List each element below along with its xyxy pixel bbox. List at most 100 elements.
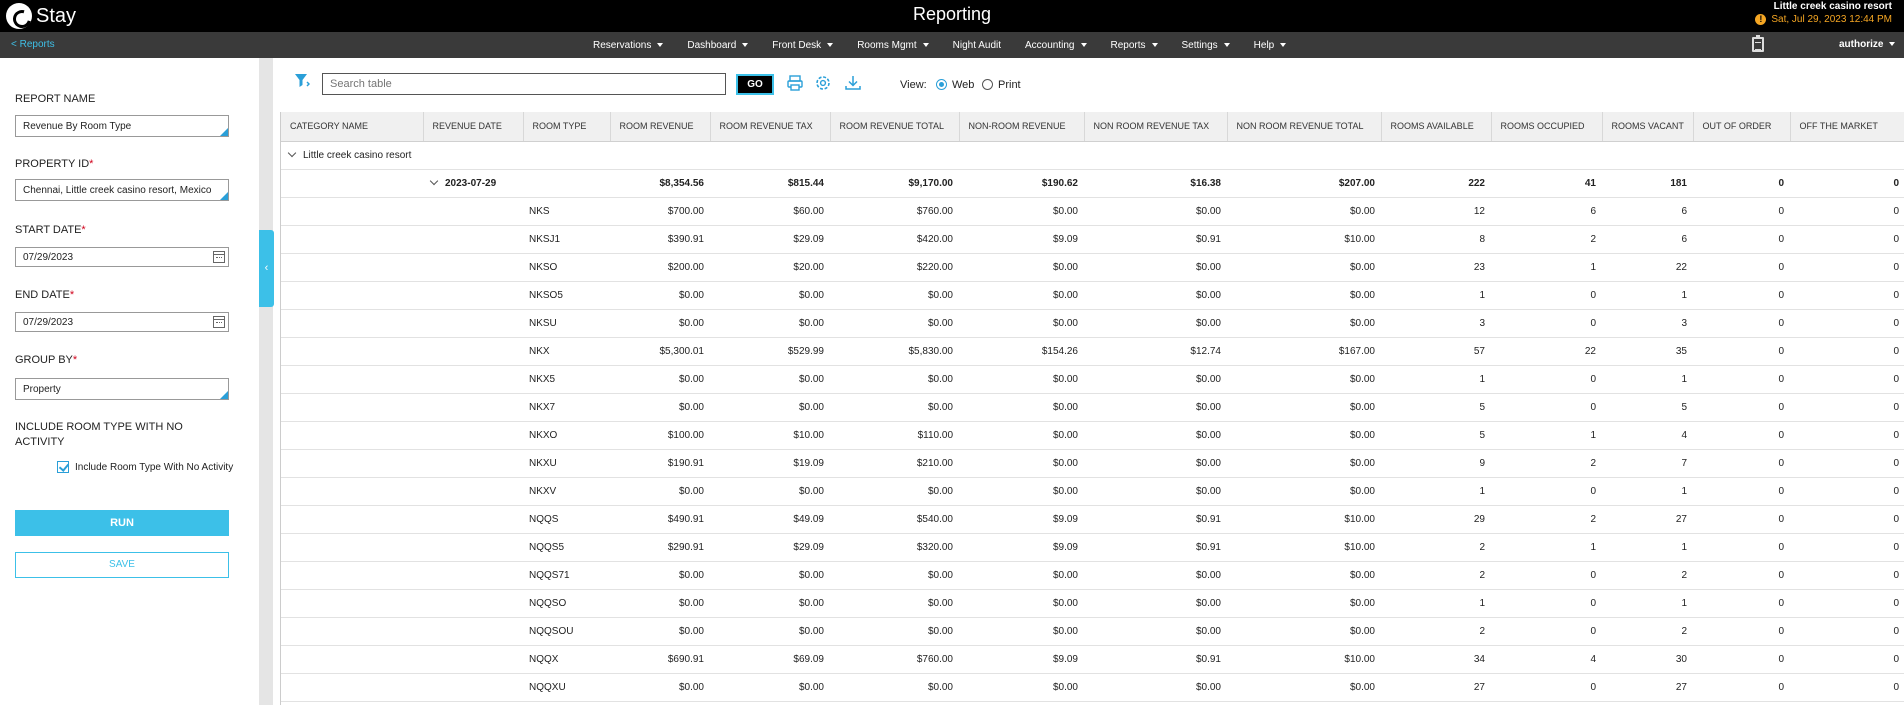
value-cell: 0 [1790, 197, 1904, 226]
view-print-label[interactable]: Print [998, 79, 1021, 91]
table-row[interactable]: NKS $700.00 $60.00 $760.00 $0.00 $0.00 $0.00 12… [281, 197, 1904, 226]
nav-item-front-desk[interactable]: Front Desk [772, 40, 834, 51]
group-row[interactable]: Little creek casino resort [281, 141, 1904, 170]
gear-icon[interactable] [814, 74, 832, 92]
table-row[interactable]: NQQS $490.91 $49.09 $540.00 $9.09 $0.91 $10.00… [281, 505, 1904, 534]
report-table-container[interactable]: Category Name Revenue Date Room Type Roo… [280, 112, 1904, 705]
collapse-panel-button[interactable]: ‹ [259, 230, 274, 307]
required-mark: * [89, 158, 94, 170]
column-header-non-room-revenue[interactable]: Non-Room Revenue [959, 112, 1085, 142]
nav-item-accounting[interactable]: Accounting [1025, 40, 1087, 51]
column-header-rooms-occupied[interactable]: Rooms Occupied [1491, 112, 1603, 142]
column-header-rooms-available[interactable]: Rooms Available [1381, 112, 1492, 142]
value-cell: 0 [1693, 309, 1790, 338]
table-row[interactable]: NQQXU $0.00 $0.00 $0.00 $0.00 $0.00 $0.00 27 0 27… [281, 673, 1904, 702]
value-cell: $0.00 [1084, 589, 1227, 618]
value-cell: 0 [1491, 617, 1602, 646]
column-header-out-of-order[interactable]: Out Of Order [1693, 112, 1791, 142]
value-cell: 4 [1602, 421, 1693, 450]
nav-item-reports[interactable]: Reports [1111, 40, 1158, 51]
group-by-select[interactable]: Property [15, 378, 229, 400]
column-header-room-revenue-tax[interactable]: Room Revenue Tax [710, 112, 831, 142]
user-menu[interactable]: authorize [1839, 39, 1896, 50]
report-name-select[interactable]: Revenue By Room Type [15, 115, 229, 137]
column-header-non-room-revenue-total[interactable]: Non Room Revenue Total [1227, 112, 1382, 142]
property-id-select[interactable]: Chennai, Little creek casino resort, Mex… [15, 179, 229, 201]
value-cell: 57 [1381, 337, 1491, 366]
end-date-field[interactable]: 07/29/2023 [15, 312, 229, 332]
column-header-revenue-date[interactable]: Revenue Date [423, 112, 524, 142]
room-type-cell: NQQX [523, 645, 610, 674]
value-cell: 3 [1381, 309, 1491, 338]
value-cell: $0.00 [610, 281, 710, 310]
start-date-field[interactable]: 07/29/2023 [15, 247, 229, 267]
view-web-label[interactable]: Web [952, 79, 974, 91]
clipboard-icon[interactable] [1752, 35, 1764, 52]
calendar-icon[interactable] [213, 251, 225, 263]
subtotal-row[interactable]: 2023-07-29 $8,354.56 $815.44 $9,170.00 $… [281, 169, 1904, 198]
value-cell: 27 [1602, 673, 1693, 702]
main-nav: < Reports Reservations Dashboard Front D… [0, 32, 1904, 58]
revenue-date-cell [423, 309, 523, 338]
value-cell: $0.91 [1084, 533, 1227, 562]
nav-item-reservations[interactable]: Reservations [593, 40, 664, 51]
nav-item-rooms-mgmt[interactable]: Rooms Mgmt [857, 40, 929, 51]
table-row[interactable]: NKXO $100.00 $10.00 $110.00 $0.00 $0.00 $0.00 5… [281, 421, 1904, 450]
value-cell: $0.00 [710, 561, 830, 590]
download-icon[interactable] [844, 74, 862, 92]
report-name-value: Revenue By Room Type [23, 121, 132, 132]
category-cell [281, 449, 423, 478]
room-type-cell: NKSO5 [523, 281, 610, 310]
value-cell: $0.00 [1084, 365, 1227, 394]
table-row[interactable]: NQQSOU $0.00 $0.00 $0.00 $0.00 $0.00 $0.00 2 0 2 0… [281, 617, 1904, 646]
column-header-non-room-revenue-tax[interactable]: Non Room Revenue Tax [1084, 112, 1228, 142]
include-no-activity-checkbox[interactable] [57, 461, 69, 473]
table-row[interactable]: NQQX $690.91 $69.09 $760.00 $9.09 $0.91 $10.00… [281, 645, 1904, 674]
nav-item-dashboard[interactable]: Dashboard [687, 40, 749, 51]
nav-item-night-audit[interactable]: Night Audit [953, 40, 1001, 51]
table-row[interactable]: NKX $5,300.01 $529.99 $5,830.00 $154.26 $12.7… [281, 337, 1904, 366]
save-button[interactable]: SAVE [15, 552, 229, 578]
column-header-room-revenue-total[interactable]: Room Revenue Total [830, 112, 960, 142]
search-input[interactable] [322, 73, 726, 95]
column-header-room-type[interactable]: Room Type [523, 112, 611, 142]
table-row[interactable]: NQQSO $0.00 $0.00 $0.00 $0.00 $0.00 $0.00 1 0 1 0 0 [281, 589, 1904, 618]
back-to-reports-link[interactable]: < Reports [11, 39, 55, 50]
property-id-value: Chennai, Little creek casino resort, Mex… [23, 185, 212, 196]
table-row[interactable]: NKX7 $0.00 $0.00 $0.00 $0.00 $0.00 $0.00 5 0 5 0 0 [281, 393, 1904, 422]
column-header-off-the-market[interactable]: Off The Market [1790, 112, 1904, 142]
column-header-category-name[interactable]: Category Name [281, 112, 424, 142]
print-icon[interactable] [786, 74, 804, 92]
value-cell: $0.00 [830, 589, 959, 618]
value-cell: 22 [1491, 337, 1602, 366]
table-row[interactable]: NKXU $190.91 $19.09 $210.00 $0.00 $0.00 $0.00 9… [281, 449, 1904, 478]
table-row[interactable]: NKXV $0.00 $0.00 $0.00 $0.00 $0.00 $0.00 1 0 1 0 0 [281, 477, 1904, 506]
table-row[interactable]: NQQS5 $290.91 $29.09 $320.00 $9.09 $0.91 $10.0… [281, 533, 1904, 562]
value-cell: $60.00 [710, 197, 830, 226]
value-cell: $0.91 [1084, 225, 1227, 254]
value-cell: $420.00 [830, 225, 959, 254]
view-web-radio[interactable] [936, 79, 947, 90]
category-cell [281, 589, 423, 618]
include-no-activity-option[interactable]: Include Room Type With No Activity [57, 461, 233, 473]
chevron-down-icon[interactable] [429, 176, 439, 185]
value-cell: $760.00 [830, 197, 959, 226]
table-row[interactable]: NKSO5 $0.00 $0.00 $0.00 $0.00 $0.00 $0.00 1 0 1 0 0 [281, 281, 1904, 310]
table-row[interactable]: NKSO $200.00 $20.00 $220.00 $0.00 $0.00 $0.00 2… [281, 253, 1904, 282]
nav-item-settings[interactable]: Settings [1182, 40, 1230, 51]
table-row[interactable]: NKSU $0.00 $0.00 $0.00 $0.00 $0.00 $0.00 3 0 3 0 0 [281, 309, 1904, 338]
value-cell: $0.00 [610, 365, 710, 394]
filter-icon[interactable] [294, 72, 310, 88]
column-header-room-revenue[interactable]: Room Revenue [610, 112, 711, 142]
go-button[interactable]: GO [736, 74, 774, 95]
nav-item-help[interactable]: Help [1254, 40, 1287, 51]
view-print-radio[interactable] [982, 79, 993, 90]
table-row[interactable]: NKX5 $0.00 $0.00 $0.00 $0.00 $0.00 $0.00 1 0 1 0 0 [281, 365, 1904, 394]
table-row[interactable]: NKSJ1 $390.91 $29.09 $420.00 $9.09 $0.91 $10.0… [281, 225, 1904, 254]
calendar-icon[interactable] [213, 316, 225, 328]
column-header-rooms-vacant[interactable]: Rooms Vacant [1602, 112, 1694, 142]
chevron-down-icon[interactable] [287, 148, 297, 157]
run-button[interactable]: RUN [15, 510, 229, 536]
table-row[interactable]: NQQS71 $0.00 $0.00 $0.00 $0.00 $0.00 $0.00 2 0 2 0… [281, 561, 1904, 590]
value-cell: $0.00 [1227, 421, 1381, 450]
